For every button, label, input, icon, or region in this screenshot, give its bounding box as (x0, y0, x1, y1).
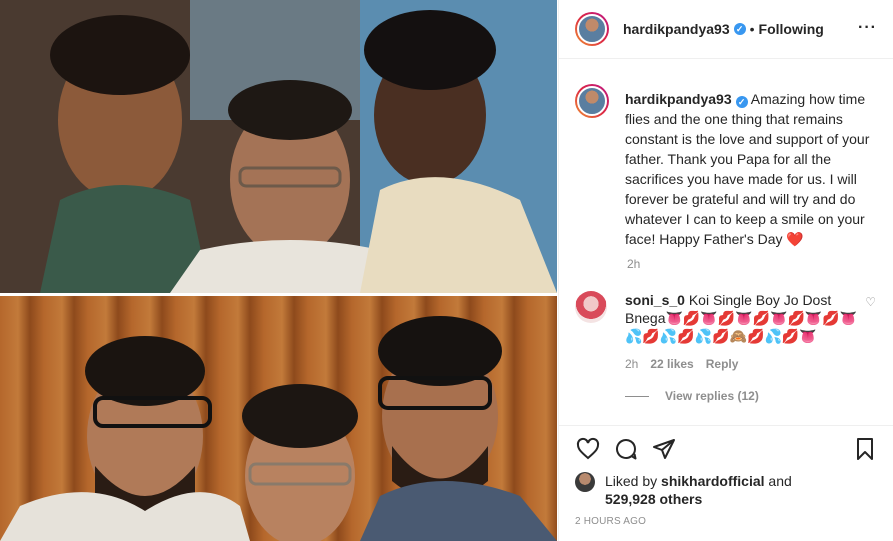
heart-icon (576, 437, 600, 460)
comment-like-icon[interactable]: ♡ (865, 295, 876, 309)
view-replies-line (625, 395, 649, 397)
caption-username[interactable]: hardikpandya93 (625, 91, 732, 107)
post-image[interactable] (0, 0, 557, 541)
likes-others[interactable]: 529,928 others (605, 491, 702, 507)
post-photo-top (0, 0, 557, 293)
post-header: hardikpandya93 ✓ • Following ··· (559, 0, 893, 59)
comment-text: soni_s_0 Koi Single Boy Jo Dost Bnega👅💋👅… (625, 291, 865, 345)
action-bar (559, 425, 893, 472)
bookmark-icon (857, 438, 873, 460)
verified-badge-icon: ✓ (733, 23, 746, 35)
following-button[interactable]: Following (759, 21, 824, 37)
caption-avatar[interactable] (575, 84, 609, 118)
view-replies-button[interactable]: View replies (12) (625, 389, 878, 403)
caption-text: hardikpandya93 ✓ Amazing how time flies a… (625, 89, 877, 249)
post-photo-bottom (0, 296, 557, 541)
author-username[interactable]: hardikpandya93 (623, 21, 730, 37)
like-button[interactable] (569, 430, 607, 468)
caption-body: Amazing how time flies and the one thing… (625, 91, 870, 247)
share-icon (653, 439, 675, 459)
separator-dot: • (749, 21, 755, 37)
comment-item: soni_s_0 Koi Single Boy Jo Dost Bnega👅💋👅… (575, 291, 878, 345)
share-button[interactable] (645, 430, 683, 468)
comment-reply-button[interactable]: Reply (706, 357, 739, 371)
likes-summary: Liked by shikhardofficial and 529,928 ot… (575, 472, 792, 508)
likes-prefix: Liked by (605, 473, 658, 489)
commenter-username[interactable]: soni_s_0 (625, 292, 685, 308)
comments-section[interactable]: hardikpandya93 ✓ Amazing how time flies a… (559, 60, 893, 425)
commenter-avatar[interactable] (575, 291, 607, 323)
comment-button[interactable] (607, 430, 645, 468)
more-options-icon[interactable]: ··· (858, 20, 877, 36)
post-caption: hardikpandya93 ✓ Amazing how time flies a… (575, 84, 878, 249)
liker-username[interactable]: shikhardofficial (661, 473, 764, 489)
author-avatar[interactable] (575, 12, 609, 46)
view-replies-label: View replies (12) (665, 389, 759, 403)
verified-badge-icon: ✓ (735, 96, 748, 108)
likes-joiner: and (768, 473, 792, 489)
save-button[interactable] (846, 430, 884, 468)
comment-time[interactable]: 2h (625, 357, 638, 371)
post-date[interactable]: 2 HOURS AGO (575, 516, 646, 527)
red-heart-emoji: ❤️ (786, 231, 804, 247)
comment-icon (616, 439, 637, 460)
liker-avatar[interactable] (575, 472, 595, 492)
post-sidebar: hardikpandya93 ✓ • Following ··· hardikp… (558, 0, 893, 541)
caption-time[interactable]: 2h (627, 257, 878, 271)
comment-meta: 2h 22 likes Reply (625, 357, 878, 371)
comment-likes-count[interactable]: 22 likes (650, 357, 693, 371)
likes-text: Liked by shikhardofficial and 529,928 ot… (605, 472, 792, 508)
